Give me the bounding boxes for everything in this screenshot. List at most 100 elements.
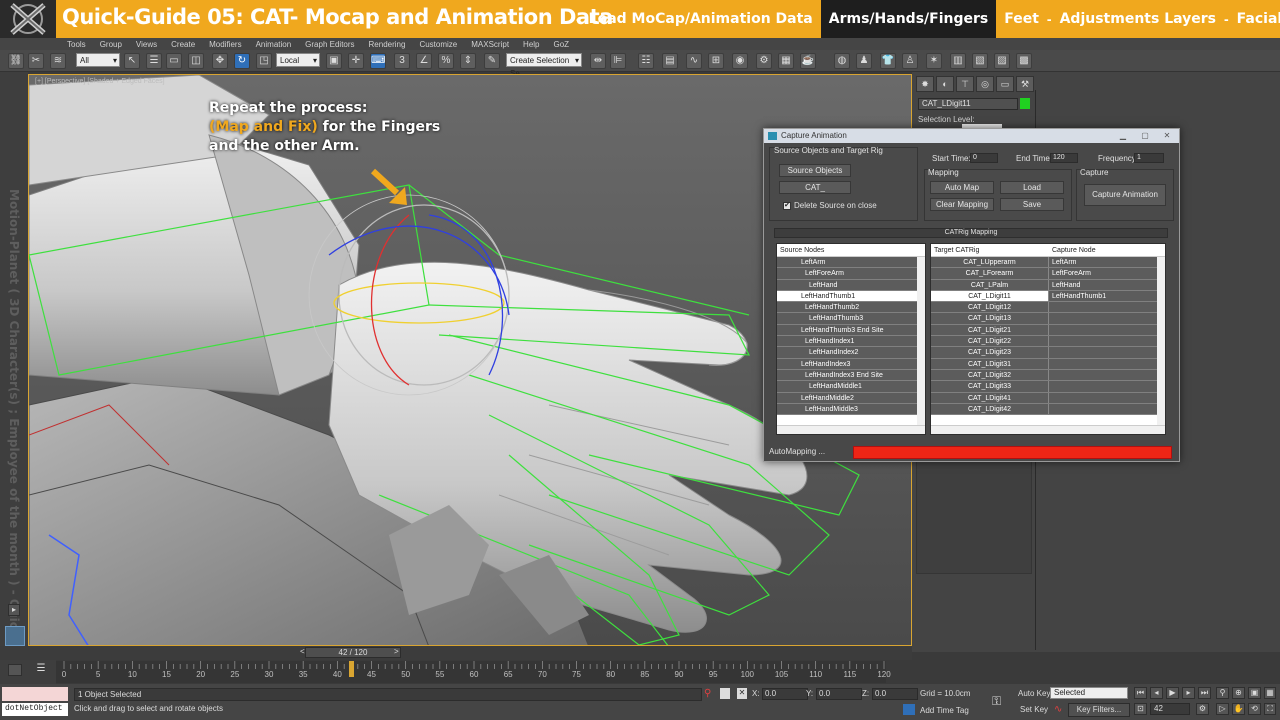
key-set-dropdown[interactable]: Selected <box>1050 687 1128 699</box>
current-frame-field[interactable]: 42 <box>1150 703 1190 715</box>
mirror-icon[interactable]: ⇹ <box>590 53 606 69</box>
graphite-ribbon-icon[interactable]: ▤ <box>662 53 678 69</box>
hierarchy-tab-icon[interactable]: ⊤ <box>956 76 974 92</box>
target-list-header[interactable]: Target CATRig Capture Node <box>931 244 1165 257</box>
source-horizontal-scrollbar[interactable] <box>777 425 925 434</box>
capture-node-cell[interactable]: LeftHandThumb1 <box>1049 290 1157 302</box>
source-node-row[interactable]: LeftHandThumb1 <box>777 290 917 303</box>
time-slider-track[interactable] <box>0 646 912 660</box>
menu-maxscript[interactable]: MAXScript <box>464 40 516 49</box>
key-mode-icon[interactable]: ⊡ <box>1134 703 1147 715</box>
target-catrig-cell[interactable]: CAT_LDigit22 <box>931 336 1049 347</box>
select-by-name-icon[interactable]: ☰ <box>146 53 162 69</box>
play-icon[interactable]: ▶ <box>1166 687 1179 699</box>
viewport-layout-icon[interactable] <box>5 626 25 646</box>
target-catrig-cell[interactable]: CAT_LDigit33 <box>931 381 1049 392</box>
target-catrig-cell[interactable]: CAT_LForearm <box>931 268 1049 279</box>
target-catrig-cell[interactable]: CAT_LDigit42 <box>931 403 1049 415</box>
character-icon[interactable]: ♟ <box>856 53 872 69</box>
target-catrig-cell[interactable]: CAT_LDigit23 <box>931 347 1049 358</box>
x-coord-field[interactable]: 0.0 <box>762 688 808 700</box>
capture-node-cell[interactable] <box>1049 336 1157 346</box>
time-slider-prev-icon[interactable]: < <box>300 647 305 656</box>
unlink-icon[interactable]: ✂ <box>28 53 44 69</box>
set-key-button[interactable]: Set Key <box>1020 705 1048 714</box>
move-icon[interactable]: ✥ <box>212 53 228 69</box>
time-slider-knob[interactable]: 42 / 120 <box>305 647 401 658</box>
time-slider-next-icon[interactable]: > <box>394 647 399 656</box>
pivot-center-icon[interactable]: ▣ <box>326 53 342 69</box>
edit-named-selection-icon[interactable]: ✎ <box>484 53 500 69</box>
snap-toggle-icon[interactable]: 3 <box>394 53 410 69</box>
target-row[interactable]: CAT_LDigit11 LeftHandThumb1 <box>931 290 1157 303</box>
render-teapot-icon[interactable]: ☕ <box>800 53 816 69</box>
curve-editor-icon[interactable]: ∿ <box>686 53 702 69</box>
target-vertical-scrollbar[interactable] <box>1157 257 1165 427</box>
menu-tools[interactable]: Tools <box>60 40 93 49</box>
shirt-icon[interactable]: 👕 <box>880 53 896 69</box>
rendered-frame-window-icon[interactable]: ▦ <box>778 53 794 69</box>
target-row[interactable]: CAT_LDigit22 <box>931 336 1157 348</box>
target-row[interactable]: CAT_LPalm LeftHand <box>931 279 1157 291</box>
nav-item-arms-hands-fingers[interactable]: Arms/Hands/Fingers <box>820 0 997 38</box>
bind-spacewarp-icon[interactable]: ≋ <box>50 53 66 69</box>
capture-node-cell[interactable] <box>1049 359 1157 369</box>
capture-node-cell[interactable]: LeftForeArm <box>1049 268 1157 278</box>
frequency-spinner[interactable]: 1 <box>1134 153 1164 163</box>
plugin-icon-1[interactable]: ▥ <box>950 53 966 69</box>
capture-node-cell[interactable] <box>1049 370 1157 380</box>
rectangular-selection-icon[interactable]: ▭ <box>166 53 182 69</box>
source-node-row[interactable]: LeftHandIndex3 <box>777 358 917 370</box>
menu-animation[interactable]: Animation <box>249 40 299 49</box>
render-setup-icon[interactable]: ⚙ <box>756 53 772 69</box>
load-button[interactable]: Load <box>1000 181 1064 194</box>
maxscript-output-field[interactable]: dotNetObject <box>2 703 68 716</box>
time-config-icon[interactable]: ⚙ <box>1196 703 1209 715</box>
absolute-mode-icon[interactable]: ✕ <box>737 688 747 699</box>
target-row[interactable]: CAT_LDigit23 <box>931 347 1157 359</box>
target-catrig-cell[interactable]: CAT_LUpperarm <box>931 257 1049 268</box>
target-catrig-cell[interactable]: CAT_LPalm <box>931 279 1049 290</box>
menu-group[interactable]: Group <box>93 40 129 49</box>
cloth-icon[interactable]: ♙ <box>902 53 918 69</box>
target-row[interactable]: CAT_LUpperarm LeftArm <box>931 257 1157 269</box>
target-row[interactable]: CAT_LDigit32 <box>931 369 1157 382</box>
source-node-row[interactable]: LeftHandMiddle2 <box>777 392 917 404</box>
y-coord-field[interactable]: 0.0 <box>816 688 862 700</box>
source-node-row[interactable]: LeftHand <box>777 279 917 291</box>
source-node-row[interactable]: LeftHandIndex2 <box>777 347 917 359</box>
target-catrig-cell[interactable]: CAT_LDigit12 <box>931 302 1049 313</box>
percent-snap-icon[interactable]: % <box>438 53 454 69</box>
timeline-layout-icon[interactable]: ☰ <box>34 663 48 675</box>
source-nodes-header[interactable]: Source Nodes <box>777 244 925 257</box>
create-tab-icon[interactable]: ✸ <box>916 76 934 92</box>
source-node-row[interactable]: LeftArm <box>777 257 917 269</box>
plugin-icon-3[interactable]: ▨ <box>994 53 1010 69</box>
scale-icon[interactable]: ◳ <box>256 53 272 69</box>
window-crossing-icon[interactable]: ◫ <box>188 53 204 69</box>
key-filters-button[interactable]: Key Filters... <box>1068 703 1130 717</box>
menu-graph-editors[interactable]: Graph Editors <box>298 40 361 49</box>
close-icon[interactable]: ✕ <box>1160 131 1174 141</box>
spinner-snap-icon[interactable]: ⇕ <box>460 53 476 69</box>
zoom-extents-icon[interactable]: ▣ <box>1248 687 1261 699</box>
schematic-view-icon[interactable]: ⊞ <box>708 53 724 69</box>
source-node-row[interactable]: LeftHandIndex1 <box>777 336 917 348</box>
capture-node-cell[interactable] <box>1049 302 1157 312</box>
menu-modifiers[interactable]: Modifiers <box>202 40 248 49</box>
pan-view-icon[interactable]: ✋ <box>1232 703 1245 715</box>
maximize-icon[interactable]: ▢ <box>1138 131 1152 141</box>
capture-node-cell[interactable] <box>1049 325 1157 335</box>
minimize-icon[interactable]: ▁ <box>1116 131 1130 141</box>
nav-item-load-mocap-animation-data[interactable]: Load MoCap/Animation Data <box>581 0 821 38</box>
display-tab-icon[interactable]: ▭ <box>996 76 1014 92</box>
object-name-field[interactable]: CAT_LDigit11 <box>918 98 1018 110</box>
maximize-viewport-icon[interactable]: ⛶ <box>1264 703 1276 715</box>
nav-item-feet[interactable]: Feet <box>996 0 1047 38</box>
source-node-row[interactable]: LeftHandIndex3 End Site <box>777 369 917 382</box>
time-tag-icon[interactable] <box>903 704 915 715</box>
menu-goz[interactable]: GoZ <box>547 40 577 49</box>
angle-snap-icon[interactable]: ∠ <box>416 53 432 69</box>
timeline-ruler[interactable]: 0 5 10 15 20 25 30 35 40 45 50 55 60 65 70 75 80 85 90 95 10… <box>56 661 891 683</box>
viewport-label[interactable]: [+] [Perspective] [Shaded + Edged Faces] <box>35 78 165 85</box>
